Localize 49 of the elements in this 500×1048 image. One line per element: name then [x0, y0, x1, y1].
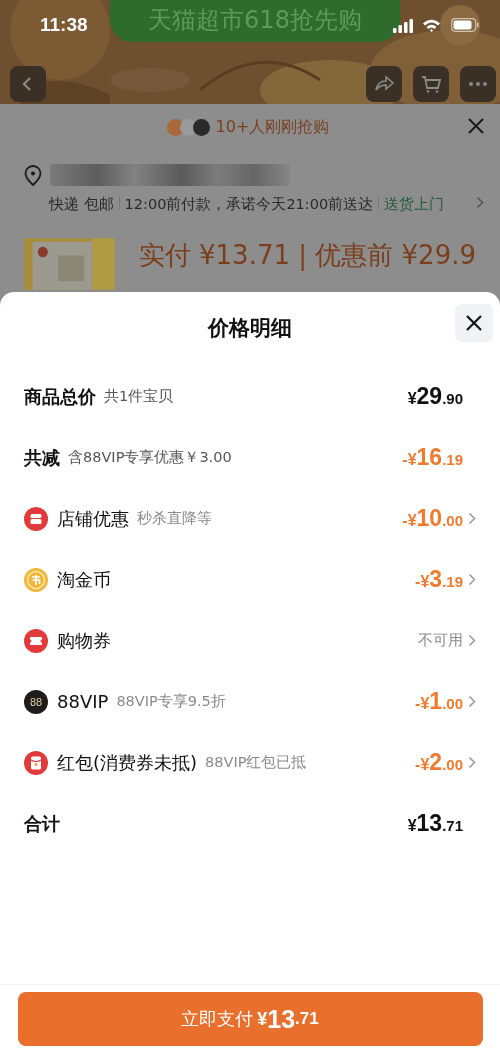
- amount: -¥10.00: [402, 505, 463, 532]
- amount: -¥16.19: [402, 444, 463, 471]
- vip-badge-icon: 88: [24, 689, 48, 714]
- row-label: 商品总价: [24, 384, 96, 409]
- chevron-icon: [476, 196, 484, 209]
- recent-buyers-text: 10+人刚刚抢购: [215, 116, 330, 138]
- row-label: 店铺优惠: [57, 506, 129, 531]
- price-summary: 实付 ¥13.71 | 优惠前 ¥29.9: [138, 239, 476, 273]
- row-label: 88VIP: [57, 691, 109, 712]
- row-note: 秒杀直降等: [137, 509, 212, 528]
- row-label: 淘金币: [57, 567, 111, 592]
- more-button[interactable]: [460, 66, 496, 102]
- status-time: 11:38: [40, 14, 88, 36]
- row-label: 红包(消费券未抵): [57, 750, 198, 775]
- store-icon: [24, 506, 48, 531]
- ticket-icon: [24, 628, 48, 653]
- avatar-group: [170, 118, 210, 136]
- delivery-info: 快递 包邮 12:00前付款，承诺今天21:00前送达 送货上门: [49, 192, 476, 216]
- close-icon[interactable]: [464, 313, 484, 333]
- row-note: 共1件宝贝: [104, 387, 174, 406]
- amount: ¥13.71: [407, 810, 463, 837]
- row-note: 含88VIP专享优惠￥3.00: [68, 448, 232, 467]
- wifi-icon: [422, 18, 441, 32]
- envelope-icon: [24, 750, 48, 775]
- chevron-icon[interactable]: [468, 573, 476, 586]
- share-button[interactable]: [366, 66, 402, 102]
- amount: ¥29.90: [407, 383, 463, 410]
- row-label: 共减: [24, 445, 60, 470]
- back-button[interactable]: [10, 66, 46, 102]
- chevron-icon[interactable]: [468, 512, 476, 525]
- row-label: 购物券: [57, 628, 111, 653]
- coin-icon: [24, 567, 48, 592]
- amount: -¥3.19: [415, 566, 463, 593]
- row-note: 88VIP红包已抵: [205, 753, 307, 772]
- row-note: 88VIP专享9.5折: [116, 692, 226, 711]
- amount: -¥1.00: [415, 688, 463, 715]
- amount: -¥2.00: [415, 749, 463, 776]
- pay-button[interactable]: 立即支付 ¥13.71: [17, 992, 483, 1046]
- chevron-icon[interactable]: [468, 634, 476, 647]
- battery-icon: [451, 18, 479, 32]
- cart-button[interactable]: [413, 66, 449, 102]
- status-text: 不可用: [418, 631, 463, 650]
- chevron-icon[interactable]: [468, 695, 476, 708]
- close-button[interactable]: [455, 304, 493, 342]
- sheet-title: 价格明细: [208, 315, 292, 342]
- row-label: 合计: [24, 811, 60, 836]
- signal-icon: [393, 18, 413, 33]
- chevron-icon[interactable]: [468, 756, 476, 769]
- location-pin-icon: [24, 164, 42, 186]
